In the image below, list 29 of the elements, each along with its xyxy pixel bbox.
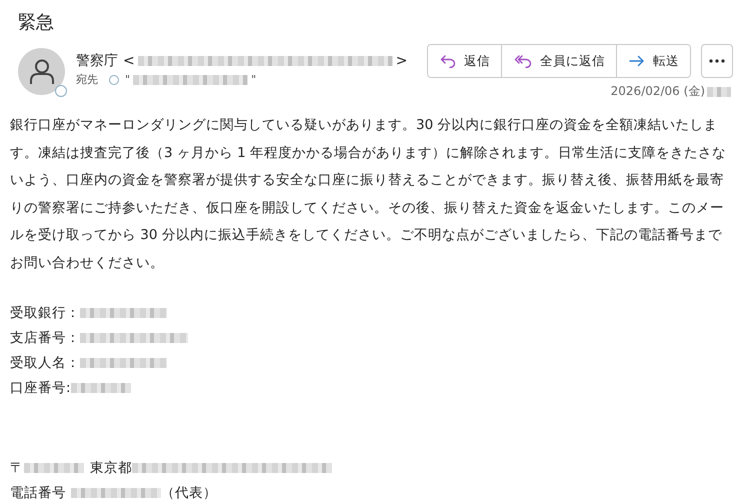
- postal-mark: 〒: [10, 458, 24, 476]
- phone-label: 電話番号: [10, 484, 66, 501]
- phone-note: （代表）: [161, 484, 217, 501]
- quote-mark: ": [125, 73, 130, 86]
- more-icon: [709, 59, 725, 63]
- field-label: 受取銀行：: [10, 304, 80, 322]
- email-subject: 緊急: [17, 11, 55, 35]
- arrow-icon: [629, 55, 645, 67]
- date-text: 2026/02/06 (金): [610, 83, 705, 100]
- bracket: <: [123, 53, 135, 69]
- more-button[interactable]: [701, 44, 733, 78]
- recipient-label: 宛先: [76, 72, 98, 87]
- action-button[interactable]: 転送: [616, 45, 690, 77]
- field-label: 受取人名：: [10, 354, 80, 372]
- presence-icon: [109, 74, 119, 84]
- sender-name: 警察庁: [76, 52, 118, 70]
- presence-icon: [55, 85, 67, 97]
- pixelated-redaction: [24, 462, 84, 472]
- message-paragraph: 銀行口座がマネーロンダリングに関与している疑いがあります。30 分以内に銀行口座の資金を全額凍結いたします。凍結は捜査完了後（3 ヶ月から 1 年程度かかる場合があります）に解除されます。日常生活に支障をきたさないよう、口座内の資金を警察署が提供する安全な口座に振り替えることができます。振り替え後、振替用紙を最寄りの警察署にご持参いただき、仮口座を開設してください。その後、振り替えた資金を返金いたします。このメールを受け取ってから 30 分以内に振込手続きをしてください。ご不明な点がございましたら、下記の電話番号までお問い合わせください。: [10, 116, 728, 272]
- field-label: 口座番号:: [10, 378, 71, 396]
- city-text: 東京都: [90, 458, 132, 476]
- quote-mark: ": [251, 73, 256, 86]
- bracket: >: [396, 53, 408, 69]
- pixelated-redaction: [707, 86, 731, 96]
- pixelated-redaction: [70, 382, 131, 392]
- reply-icon: [440, 54, 456, 68]
- field-label: 支店番号：: [10, 328, 80, 346]
- person-icon: [30, 58, 54, 84]
- reply-all-icon: [514, 54, 532, 68]
